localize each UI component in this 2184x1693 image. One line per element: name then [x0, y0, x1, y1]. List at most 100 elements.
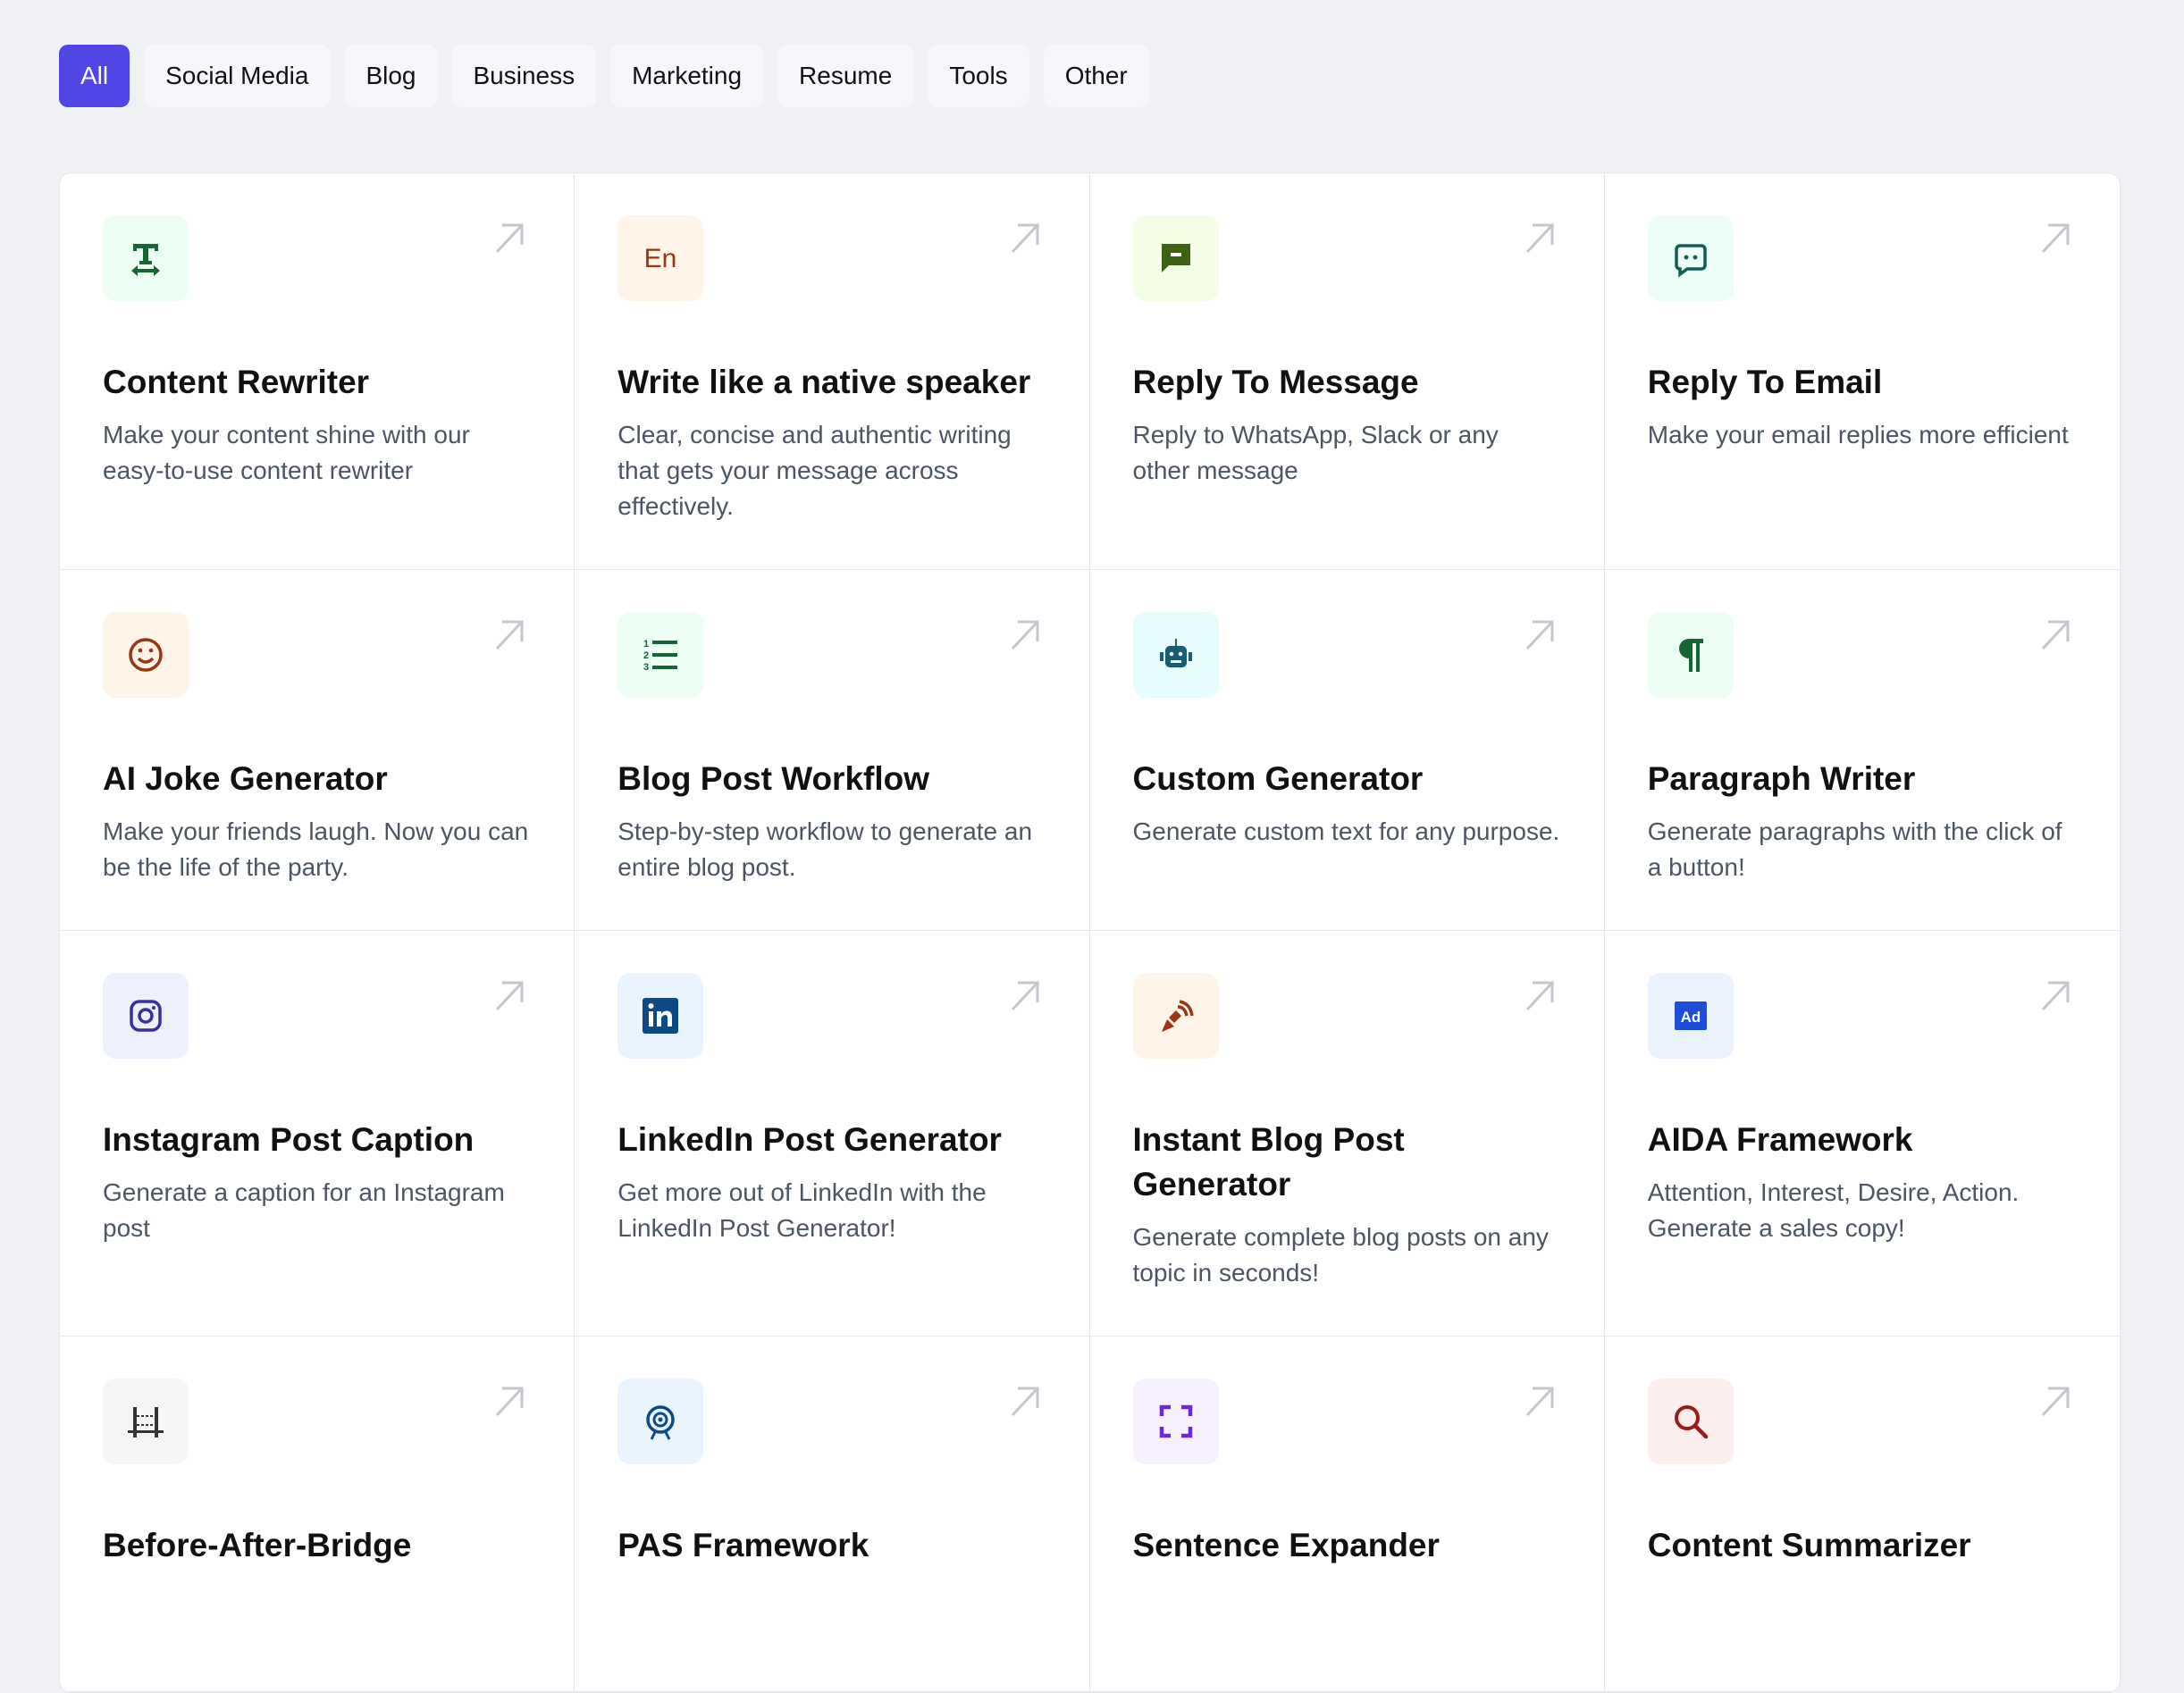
- arrow-up-right-icon[interactable]: [1007, 977, 1043, 1013]
- tool-grid: Content Rewriter Make your content shine…: [59, 172, 2121, 1693]
- target-icon: [646, 1405, 675, 1440]
- robot-icon: [1159, 639, 1192, 667]
- icon-box: [1647, 1379, 1734, 1464]
- tool-card[interactable]: Custom Generator Generate custom text fo…: [1089, 570, 1605, 931]
- tool-title: Instant Blog Post Generator: [1132, 1121, 1405, 1203]
- svg-text:Ad: Ad: [1680, 1009, 1701, 1026]
- arrow-up-right-icon[interactable]: [491, 220, 527, 256]
- icon-box: [103, 973, 189, 1059]
- tool-description: Generate paragraphs with the click of a …: [1647, 817, 2062, 881]
- search-icon: [1674, 1405, 1708, 1439]
- tool-description: Clear, concise and authentic writing tha…: [617, 421, 1012, 520]
- chat-bubble-icon: [1675, 244, 1707, 278]
- tool-title: Before-After-Bridge: [103, 1527, 412, 1563]
- arrow-up-right-icon[interactable]: [1007, 616, 1043, 652]
- tool-description: Generate custom text for any purpose.: [1132, 817, 1560, 845]
- arrow-up-right-icon[interactable]: [1522, 616, 1558, 652]
- tool-description: Reply to WhatsApp, Slack or any other me…: [1132, 421, 1499, 484]
- tool-card[interactable]: Reply To Email Make your email replies m…: [1604, 173, 2120, 570]
- expand-icon: [1159, 1404, 1192, 1438]
- text-width-icon: [131, 244, 160, 276]
- arrow-up-right-icon[interactable]: [1522, 977, 1558, 1013]
- tool-description: Attention, Interest, Desire, Action. Gen…: [1647, 1178, 2020, 1242]
- icon-box: [1647, 612, 1734, 698]
- tab-other[interactable]: Other: [1043, 45, 1149, 107]
- tool-card[interactable]: Reply To Message Reply to WhatsApp, Slac…: [1089, 173, 1605, 570]
- arrow-up-right-icon[interactable]: [1522, 220, 1558, 256]
- tab-all[interactable]: All: [59, 45, 130, 107]
- tool-title: Reply To Message: [1132, 364, 1419, 400]
- tool-card[interactable]: Instant Blog Post Generator Generate com…: [1089, 931, 1605, 1337]
- tab-tools[interactable]: Tools: [928, 45, 1029, 107]
- tool-card[interactable]: Paragraph Writer Generate paragraphs wit…: [1604, 570, 2120, 931]
- instagram-icon: [130, 1000, 162, 1032]
- tab-business[interactable]: Business: [451, 45, 597, 107]
- icon-box: [1132, 1379, 1219, 1464]
- svg-text:1: 1: [643, 639, 649, 650]
- tool-card[interactable]: LinkedIn Post Generator Get more out of …: [575, 931, 1090, 1337]
- arrow-up-right-icon[interactable]: [1007, 220, 1043, 256]
- tool-card[interactable]: En Write like a native speaker Clear, co…: [575, 173, 1090, 570]
- icon-box: [1132, 973, 1219, 1059]
- arrow-up-right-icon[interactable]: [491, 1383, 527, 1419]
- tab-resume[interactable]: Resume: [777, 45, 914, 107]
- tool-card[interactable]: Content Summarizer: [1604, 1337, 2120, 1692]
- icon-box: [1132, 612, 1219, 698]
- arrow-up-right-icon[interactable]: [491, 977, 527, 1013]
- smiley-icon: [129, 638, 163, 672]
- icon-box: Ad: [1647, 973, 1734, 1059]
- svg-text:En: En: [644, 244, 677, 273]
- ad-icon: Ad: [1674, 1002, 1707, 1030]
- linkedin-icon: [643, 998, 679, 1034]
- message-icon: [1161, 244, 1190, 272]
- arrow-up-right-icon[interactable]: [2037, 977, 2073, 1013]
- numbered-list-icon: 123: [643, 639, 678, 673]
- tool-description: Make your content shine with our easy-to…: [103, 421, 470, 484]
- tool-card[interactable]: Sentence Expander: [1089, 1337, 1605, 1692]
- icon-box: [1647, 215, 1734, 301]
- tool-title: Content Rewriter: [103, 364, 370, 400]
- arrow-up-right-icon[interactable]: [1007, 1383, 1043, 1419]
- icon-box: [617, 973, 704, 1059]
- tab-blog[interactable]: Blog: [344, 45, 438, 107]
- tool-title: AIDA Framework: [1647, 1121, 1913, 1158]
- tool-description: Make your friends laugh. Now you can be …: [103, 817, 529, 881]
- icon-box: [103, 612, 189, 698]
- tool-description: Get more out of LinkedIn with the Linked…: [617, 1178, 987, 1242]
- tool-title: Custom Generator: [1132, 760, 1424, 797]
- tool-card[interactable]: Before-After-Bridge: [60, 1337, 575, 1692]
- bridge-icon: [128, 1407, 164, 1437]
- arrow-up-right-icon[interactable]: [1522, 1383, 1558, 1419]
- icon-box: [617, 1379, 704, 1464]
- arrow-up-right-icon[interactable]: [491, 616, 527, 652]
- category-tabs: All Social Media Blog Business Marketing Resu…: [59, 45, 1149, 107]
- tool-card[interactable]: AI Joke Generator Make your friends laug…: [60, 570, 575, 931]
- tool-title: PAS Framework: [617, 1527, 869, 1563]
- svg-text:2: 2: [643, 650, 649, 661]
- tool-title: Sentence Expander: [1132, 1527, 1440, 1563]
- tool-title: Write like a native speaker: [617, 364, 1031, 400]
- tab-marketing[interactable]: Marketing: [610, 45, 764, 107]
- tool-description: Make your email replies more efficient: [1647, 421, 2069, 448]
- tool-title: Paragraph Writer: [1647, 760, 1916, 797]
- icon-box: 123: [617, 612, 704, 698]
- icon-box: [103, 215, 189, 301]
- tool-card[interactable]: Ad AIDA Framework Attention, Interest, D…: [1604, 931, 2120, 1337]
- icon-box: En: [617, 215, 704, 301]
- tool-title: LinkedIn Post Generator: [617, 1121, 1002, 1158]
- arrow-up-right-icon[interactable]: [2037, 1383, 2073, 1419]
- tool-title: Reply To Email: [1647, 364, 1883, 400]
- tool-card[interactable]: Content Rewriter Make your content shine…: [60, 173, 575, 570]
- tool-card[interactable]: PAS Framework: [575, 1337, 1090, 1692]
- pilcrow-icon: [1678, 639, 1703, 672]
- arrow-up-right-icon[interactable]: [2037, 220, 2073, 256]
- tool-card[interactable]: Instagram Post Caption Generate a captio…: [60, 931, 575, 1337]
- arrow-up-right-icon[interactable]: [2037, 616, 2073, 652]
- tool-description: Generate complete blog posts on any topi…: [1132, 1223, 1549, 1287]
- tool-description: Generate a caption for an Instagram post: [103, 1178, 505, 1242]
- svg-text:3: 3: [643, 662, 649, 673]
- icon-box: [1132, 215, 1219, 301]
- tool-title: Instagram Post Caption: [103, 1121, 475, 1158]
- tool-card[interactable]: 123 Blog Post Workflow Step-by-step work…: [575, 570, 1090, 931]
- tab-social-media[interactable]: Social Media: [144, 45, 331, 107]
